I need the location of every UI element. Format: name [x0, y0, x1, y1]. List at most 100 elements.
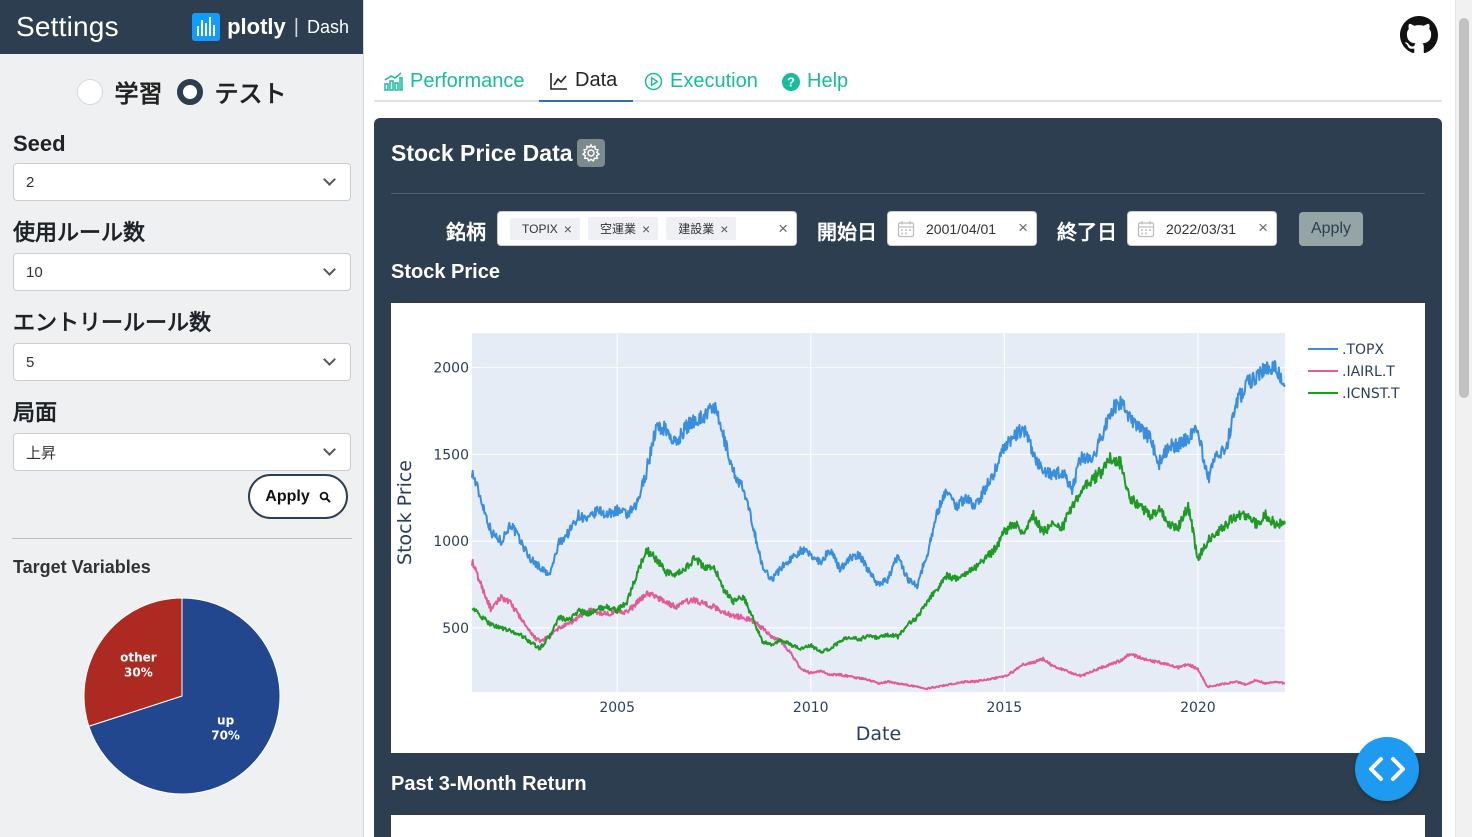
y-tick-label: 1000	[433, 534, 469, 550]
search-icon	[319, 491, 331, 503]
start-date-picker[interactable]: 2001/04/01 ×	[887, 211, 1037, 246]
seed-value: 2	[26, 173, 35, 191]
ticker-multiselect[interactable]: TOPIX × 空運業 × 建設業 × ×	[497, 211, 797, 246]
brand-product: Dash	[306, 16, 349, 37]
remove-chip-icon[interactable]: ×	[720, 221, 728, 237]
return-chart-container	[391, 815, 1425, 837]
target-pie-chart: up70% other30%	[83, 597, 281, 795]
panel-title: Stock Price Data	[391, 140, 573, 166]
tab-execution-label: Execution	[670, 70, 758, 92]
plotly-logo-icon	[192, 13, 221, 41]
page-scrollbar[interactable]	[1455, 0, 1472, 837]
tab-performance[interactable]: Performance	[383, 61, 525, 102]
entry-rule-count-dropdown[interactable]: 5	[13, 343, 351, 381]
legend-label: .ICNST.T	[1342, 386, 1400, 402]
x-axis-title: Date	[856, 723, 901, 745]
pie-label: up	[217, 714, 235, 728]
stock-price-chart[interactable]: 2005 2010 2015 2020 500 1000 1500 2000 Date Stock…	[391, 303, 1425, 753]
sidebar-apply-button[interactable]: Apply	[248, 474, 348, 519]
ticker-label: 銘柄	[446, 222, 486, 244]
y-tick-label: 2000	[433, 361, 469, 377]
filter-apply-button[interactable]: Apply	[1299, 212, 1363, 246]
seed-label: Seed	[13, 131, 66, 156]
mode-radio-group: 学習 テスト	[0, 74, 363, 109]
ticker-chip: TOPIX ×	[510, 217, 580, 240]
chevron-down-icon	[323, 353, 336, 366]
phase-label: 局面	[13, 400, 58, 425]
tab-data-label: Data	[575, 69, 618, 91]
tab-execution[interactable]: Execution	[644, 61, 758, 102]
chevron-down-icon	[323, 263, 336, 276]
main-tabs: Performance Data Execution ? Help	[374, 61, 1442, 102]
phase-value: 上昇	[26, 444, 57, 462]
remove-chip-icon[interactable]: ×	[564, 221, 572, 237]
ticker-chip: 建設業 ×	[666, 217, 737, 240]
clear-date-icon[interactable]: ×	[1258, 218, 1268, 238]
seed-dropdown[interactable]: 2	[13, 163, 351, 201]
ticker-chip-label: 建設業	[678, 222, 715, 236]
radio-checked-icon[interactable]	[176, 78, 203, 105]
sidebar-header: Settings plotly | Dash	[0, 0, 363, 54]
devtools-toggle-button[interactable]	[1355, 737, 1419, 801]
pie-label: other	[120, 650, 157, 664]
x-tick-label: 2020	[1180, 700, 1216, 716]
tab-data[interactable]: Data	[539, 61, 633, 102]
chevron-down-icon	[323, 443, 336, 456]
rule-count-value: 10	[26, 263, 43, 281]
x-tick-label: 2010	[793, 700, 829, 716]
tab-help-label: Help	[807, 70, 849, 92]
start-date-value: 2001/04/01	[926, 220, 997, 237]
stock-price-chart-container: 2005 2010 2015 2020 500 1000 1500 2000 Date Stock…	[391, 303, 1425, 753]
mode-radio-train[interactable]: 学習	[76, 74, 163, 109]
mode-test-label: テスト	[214, 81, 287, 108]
plotly-dash-logo: plotly | Dash	[192, 13, 349, 41]
settings-button[interactable]	[577, 139, 605, 167]
svg-text:?: ?	[787, 74, 795, 89]
mode-train-label: 学習	[114, 81, 163, 108]
github-icon[interactable]	[1400, 16, 1438, 54]
brand-separator: |	[293, 15, 299, 38]
rule-count-label: 使用ルール数	[13, 220, 146, 245]
y-tick-label: 1500	[433, 447, 469, 463]
ticker-chip-label: 空運業	[599, 222, 636, 236]
remove-chip-icon[interactable]: ×	[642, 221, 650, 237]
app-root: Settings plotly | Dash 学習 テスト Seed 2 使用ル…	[0, 0, 1472, 837]
return-section-title: Past 3-Month Return	[391, 773, 587, 795]
question-circle-icon: ?	[782, 72, 800, 91]
clear-all-icon[interactable]: ×	[778, 219, 788, 239]
tab-performance-label: Performance	[410, 70, 525, 92]
gear-icon	[581, 143, 601, 162]
chevron-down-icon	[323, 173, 336, 186]
ticker-chip-label: TOPIX	[522, 221, 558, 236]
code-icon	[1369, 757, 1405, 781]
rule-count-dropdown[interactable]: 10	[13, 253, 351, 291]
stock-price-section-title: Stock Price	[391, 261, 500, 283]
phase-dropdown[interactable]: 上昇	[13, 433, 351, 471]
stock-data-panel: Stock Price Data 銘柄 TOPIX × 空運業 × 建設業 × …	[374, 118, 1442, 837]
play-circle-icon	[644, 72, 663, 91]
settings-sidebar: Settings plotly | Dash 学習 テスト Seed 2 使用ル…	[0, 0, 364, 837]
scrollbar-thumb[interactable]	[1459, 18, 1469, 398]
radio-unchecked-icon[interactable]	[76, 78, 103, 105]
clear-date-icon[interactable]: ×	[1018, 218, 1028, 238]
end-date-picker[interactable]: 2022/03/31 ×	[1127, 211, 1277, 246]
brand-name: plotly	[227, 14, 286, 39]
bar-chart-icon	[384, 71, 403, 91]
legend-label: .TOPX	[1342, 342, 1384, 358]
entry-rule-count-value: 5	[26, 353, 35, 371]
start-date-label: 開始日	[817, 222, 877, 244]
panel-divider	[391, 193, 1425, 194]
tab-help[interactable]: ? Help	[782, 61, 848, 102]
end-date-label: 終了日	[1057, 222, 1117, 244]
sidebar-title: Settings	[16, 11, 119, 42]
sidebar-divider	[12, 538, 352, 539]
calendar-icon	[1137, 220, 1155, 237]
pie-percent: 30%	[124, 665, 153, 679]
ticker-chip: 空運業 ×	[587, 217, 659, 240]
x-tick-label: 2005	[599, 700, 635, 716]
mode-radio-test[interactable]: テスト	[176, 74, 287, 109]
x-tick-label: 2015	[987, 700, 1023, 716]
legend-label: .IAIRL.T	[1342, 364, 1395, 380]
y-tick-label: 500	[442, 621, 469, 637]
end-date-value: 2022/03/31	[1166, 220, 1237, 237]
